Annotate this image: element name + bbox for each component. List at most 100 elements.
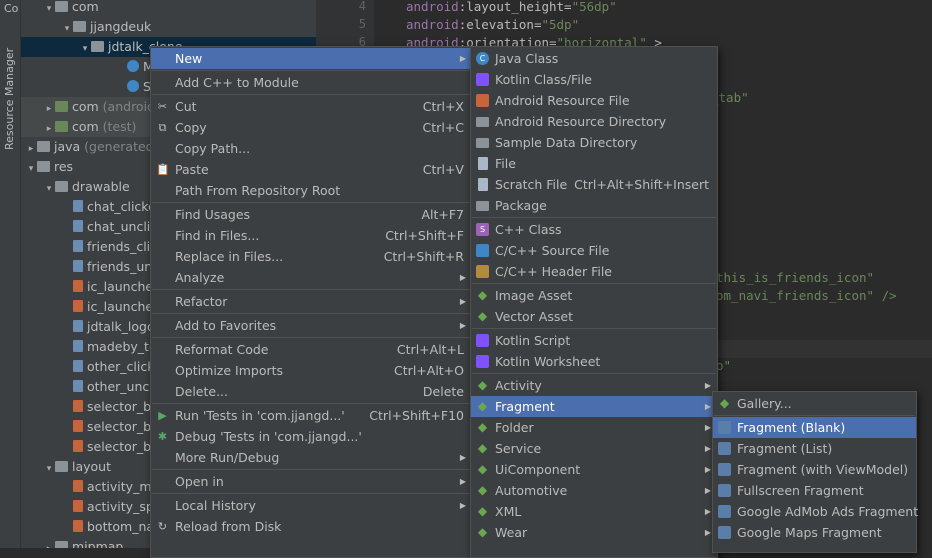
menu-item-add-to-favorites[interactable]: Add to Favorites ▶ bbox=[151, 315, 472, 336]
menu-item-fullscreen-fragment[interactable]: Fullscreen Fragment bbox=[713, 480, 916, 501]
menu-item-package[interactable]: Package bbox=[471, 195, 717, 216]
menu-item-image-asset[interactable]: ◆ Image Asset bbox=[471, 285, 717, 306]
menu-item-new[interactable]: New ▶ bbox=[151, 48, 472, 69]
expand-arrow-icon[interactable]: ▸ bbox=[25, 139, 37, 159]
menu-item-debug-tests-in-com-jjangd[interactable]: ✱ Debug 'Tests in 'com.jjangd...' bbox=[151, 426, 472, 447]
menu-item-label: Copy bbox=[175, 120, 207, 135]
menu-item-fragment-list[interactable]: Fragment (List) bbox=[713, 438, 916, 459]
menu-separator bbox=[472, 217, 716, 218]
image-file-icon bbox=[73, 380, 83, 392]
menu-item-paste[interactable]: 📋 Paste Ctrl+V bbox=[151, 159, 472, 180]
expand-arrow-icon[interactable]: ▸ bbox=[43, 539, 55, 548]
menu-item-open-in[interactable]: Open in ▶ bbox=[151, 471, 472, 492]
menu-item-file[interactable]: File bbox=[471, 153, 717, 174]
menu-item-find-in-files[interactable]: Find in Files... Ctrl+Shift+F bbox=[151, 225, 472, 246]
menu-item-replace-in-files[interactable]: Replace in Files... Ctrl+Shift+R bbox=[151, 246, 472, 267]
menu-item-cut[interactable]: ✂ Cut Ctrl+X bbox=[151, 96, 472, 117]
menu-item-vector-asset[interactable]: ◆ Vector Asset bbox=[471, 306, 717, 327]
code-line: android:layout_height="56dp" bbox=[406, 0, 617, 14]
expand-arrow-icon[interactable]: ▾ bbox=[79, 39, 91, 59]
menu-item-automotive[interactable]: ◆ Automotive ▶ bbox=[471, 480, 717, 501]
menu-item-analyze[interactable]: Analyze ▶ bbox=[151, 267, 472, 288]
menu-item-gallery[interactable]: ◆ Gallery... bbox=[713, 393, 916, 414]
image-file-icon bbox=[73, 340, 83, 352]
expand-arrow-icon[interactable]: ▾ bbox=[43, 459, 55, 479]
run-icon: ▶ bbox=[158, 409, 167, 422]
menu-item-run-tests-in-com-jjangd[interactable]: ▶ Run 'Tests in 'com.jjangd...' Ctrl+Shift… bbox=[151, 405, 472, 426]
submenu-arrow-icon: ▶ bbox=[459, 477, 466, 486]
expand-arrow-icon[interactable]: ▾ bbox=[61, 19, 73, 39]
folder-icon bbox=[37, 141, 50, 152]
menu-item-label: Refactor bbox=[175, 294, 228, 309]
menu-item-delete[interactable]: Delete... Delete bbox=[151, 381, 472, 402]
tree-item[interactable]: ▾ jjangdeuk bbox=[21, 17, 316, 37]
cs-icon bbox=[476, 244, 489, 257]
menu-item-label: Automotive bbox=[495, 483, 568, 498]
andr-icon: ◆ bbox=[477, 378, 488, 392]
xml-file-icon bbox=[73, 500, 83, 512]
expand-arrow-icon[interactable]: ▸ bbox=[43, 119, 55, 139]
menu-item-fragment-with-viewmodel[interactable]: Fragment (with ViewModel) bbox=[713, 459, 916, 480]
menu-item-activity[interactable]: ◆ Activity ▶ bbox=[471, 375, 717, 396]
code-token: android bbox=[406, 0, 459, 14]
menu-item-android-resource-directory[interactable]: Android Resource Directory bbox=[471, 111, 717, 132]
menu-item-fragment[interactable]: ◆ Fragment ▶ bbox=[471, 396, 717, 417]
menu-item-folder[interactable]: ◆ Folder ▶ bbox=[471, 417, 717, 438]
menu-item-optimize-imports[interactable]: Optimize Imports Ctrl+Alt+O bbox=[151, 360, 472, 381]
expand-arrow-icon[interactable]: ▾ bbox=[25, 159, 37, 179]
tree-item-label: com bbox=[72, 0, 99, 14]
menu-item-label: Google Maps Fragment bbox=[737, 525, 882, 540]
menu-item-label: Android Resource Directory bbox=[495, 114, 667, 129]
menu-item-shortcut: Ctrl+C bbox=[422, 120, 464, 135]
menu-item-c-c-source-file[interactable]: C/C++ Source File bbox=[471, 240, 717, 261]
menu-item-find-usages[interactable]: Find Usages Alt+F7 bbox=[151, 204, 472, 225]
menu-item-label: Scratch File bbox=[495, 177, 568, 192]
menu-item-kotlin-worksheet[interactable]: Kotlin Worksheet bbox=[471, 351, 717, 372]
folder-icon bbox=[55, 541, 68, 548]
menu-item-sample-data-directory[interactable]: Sample Data Directory bbox=[471, 132, 717, 153]
menu-item-copy[interactable]: ⧉ Copy Ctrl+C bbox=[151, 117, 472, 138]
expand-arrow-icon[interactable]: ▾ bbox=[43, 179, 55, 199]
folder-icon bbox=[55, 121, 68, 132]
menu-item-java-class[interactable]: C Java Class bbox=[471, 48, 717, 69]
reload-from-disk-icon: ↻ bbox=[157, 520, 168, 533]
menu-item-reformat-code[interactable]: Reformat Code Ctrl+Alt+L bbox=[151, 339, 472, 360]
menu-separator bbox=[152, 313, 471, 314]
menu-item-xml[interactable]: ◆ XML ▶ bbox=[471, 501, 717, 522]
line-number: 4 bbox=[358, 0, 366, 13]
menu-item-google-admob-ads-fragment[interactable]: Google AdMob Ads Fragment bbox=[713, 501, 918, 522]
menu-item-c-c-header-file[interactable]: C/C++ Header File bbox=[471, 261, 717, 282]
resource-manager-tab[interactable]: Resource Manager bbox=[3, 48, 16, 150]
file-icon bbox=[478, 157, 488, 170]
menu-item-uicomponent[interactable]: ◆ UiComponent ▶ bbox=[471, 459, 717, 480]
menu-item-add-c-to-module[interactable]: Add C++ to Module bbox=[151, 72, 472, 93]
menu-item-wear[interactable]: ◆ Wear ▶ bbox=[471, 522, 717, 543]
menu-item-more-run-debug[interactable]: More Run/Debug ▶ bbox=[151, 447, 472, 468]
menu-item-path-from-repository-root[interactable]: Path From Repository Root bbox=[151, 180, 472, 201]
menu-item-label: Service bbox=[495, 441, 542, 456]
menu-item-google-maps-fragment[interactable]: Google Maps Fragment bbox=[713, 522, 916, 543]
strip-top-label: Co bbox=[4, 2, 19, 15]
menu-item-label: More Run/Debug bbox=[175, 450, 280, 465]
menu-item-service[interactable]: ◆ Service ▶ bbox=[471, 438, 717, 459]
menu-item-c-class[interactable]: S C++ Class bbox=[471, 219, 717, 240]
menu-item-label: Delete... bbox=[175, 384, 228, 399]
andr-icon: ◆ bbox=[477, 420, 488, 434]
expand-arrow-icon[interactable]: ▸ bbox=[43, 99, 55, 119]
menu-item-android-resource-file[interactable]: Android Resource File bbox=[471, 90, 717, 111]
menu-item-kotlin-class-file[interactable]: Kotlin Class/File bbox=[471, 69, 717, 90]
menu-item-copy-path[interactable]: Copy Path... bbox=[151, 138, 472, 159]
menu-item-scratch-file[interactable]: Scratch File Ctrl+Alt+Shift+Insert bbox=[471, 174, 717, 195]
xml-file-icon bbox=[73, 400, 83, 412]
menu-item-refactor[interactable]: Refactor ▶ bbox=[151, 291, 472, 312]
menu-item-fragment-blank[interactable]: Fragment (Blank) bbox=[713, 417, 916, 438]
menu-item-local-history[interactable]: Local History ▶ bbox=[151, 495, 472, 516]
menu-item-reload-from-disk[interactable]: ↻ Reload from Disk bbox=[151, 516, 472, 537]
folder-icon bbox=[55, 1, 68, 12]
tree-item-suffix: (generated) bbox=[80, 139, 159, 154]
menu-item-label: C/C++ Source File bbox=[495, 243, 610, 258]
kt-icon bbox=[476, 334, 489, 347]
tree-item[interactable]: ▾ com bbox=[21, 0, 316, 17]
menu-item-label: Add C++ to Module bbox=[175, 75, 299, 90]
menu-item-kotlin-script[interactable]: Kotlin Script bbox=[471, 330, 717, 351]
